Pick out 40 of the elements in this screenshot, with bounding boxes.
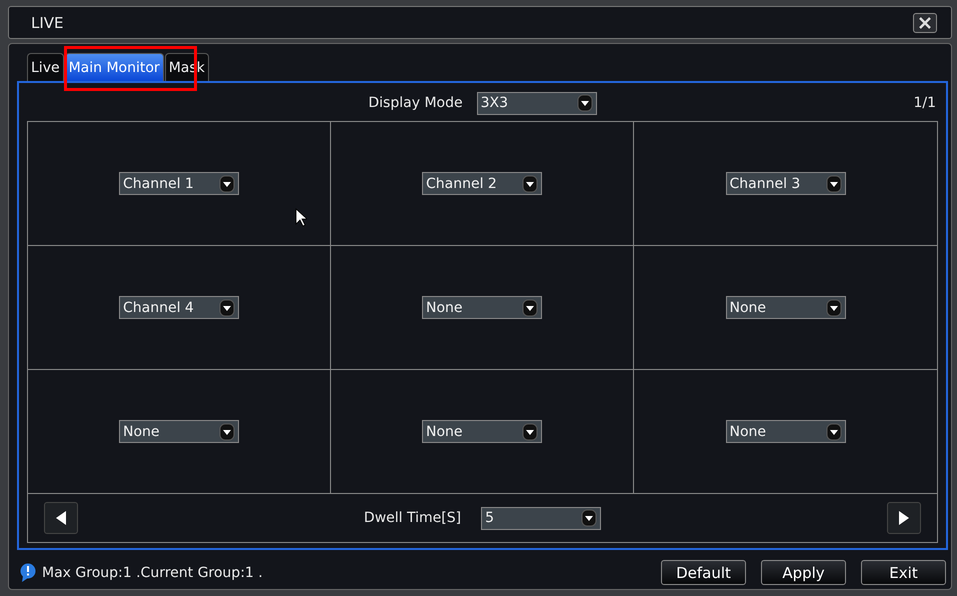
next-button[interactable] (887, 502, 921, 534)
display-mode-label: Display Mode (368, 95, 463, 111)
window-title: LIVE (31, 14, 64, 32)
caret-icon (826, 174, 842, 192)
cursor-icon (295, 208, 307, 228)
caret-icon (826, 422, 842, 440)
dwell-time-dropdown[interactable]: 5 (481, 506, 602, 530)
caret-icon (522, 174, 538, 192)
channel-dropdown[interactable]: Channel 2 (422, 172, 542, 195)
channel-dropdown[interactable]: Channel 3 (726, 172, 846, 195)
action-button[interactable]: Default (661, 560, 746, 585)
channel-dropdown[interactable]: None (726, 296, 846, 319)
caret-icon (576, 94, 593, 112)
caret-icon (522, 422, 538, 440)
caret-icon (219, 422, 235, 440)
channel-dropdown[interactable]: Channel 1 (119, 172, 239, 195)
channel-dropdown[interactable]: None (726, 420, 846, 443)
page-indicator: 1/1 (913, 95, 936, 111)
info-icon (19, 562, 37, 582)
tab[interactable]: Main Monitor (64, 53, 164, 81)
action-button[interactable]: Exit (861, 560, 946, 585)
caret-icon (826, 298, 842, 316)
dwell-time-label: Dwell Time[S] (364, 510, 462, 526)
close-button[interactable] (913, 12, 937, 32)
left-arrow-icon (55, 510, 67, 526)
channel-dropdown[interactable]: Channel 4 (119, 296, 239, 319)
status-text: Max Group:1 .Current Group:1 . (42, 564, 263, 580)
tab[interactable]: Live (27, 53, 64, 81)
right-arrow-icon (898, 510, 910, 526)
channel-dropdown[interactable]: None (119, 420, 239, 443)
caret-icon (219, 298, 235, 316)
previous-button[interactable] (44, 502, 78, 534)
action-button[interactable]: Apply (761, 560, 846, 585)
channel-dropdown[interactable]: None (422, 296, 542, 319)
channel-dropdown[interactable]: None (422, 420, 542, 443)
caret-icon (522, 298, 538, 316)
display-mode-dropdown[interactable]: 3X3 (476, 92, 597, 114)
close-icon (918, 16, 932, 30)
caret-icon (219, 174, 235, 192)
caret-icon (581, 509, 598, 527)
